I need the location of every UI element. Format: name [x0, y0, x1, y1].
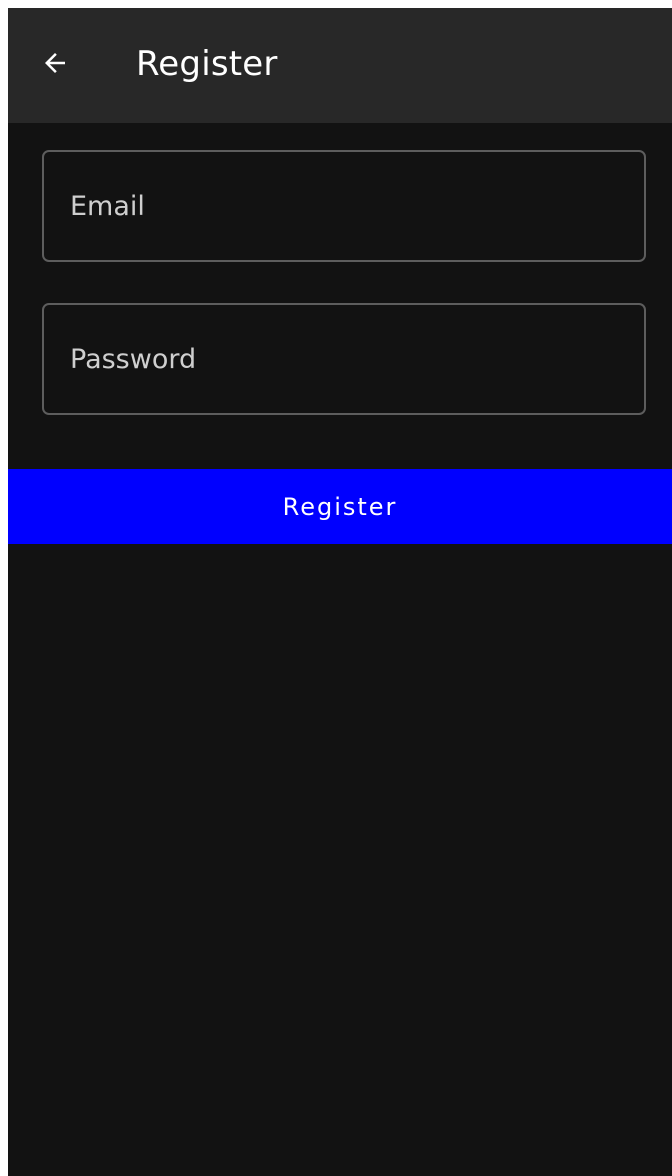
- register-button-label: Register: [282, 492, 398, 521]
- page-title: Register: [136, 44, 278, 84]
- register-button[interactable]: Register: [8, 469, 672, 544]
- arrow-left-icon: [40, 48, 70, 78]
- back-button[interactable]: [30, 38, 80, 88]
- register-screen: Register Register: [8, 8, 672, 1176]
- password-field[interactable]: [42, 303, 646, 415]
- email-input[interactable]: [44, 152, 644, 260]
- app-bar: Register: [8, 8, 672, 123]
- password-input[interactable]: [44, 305, 644, 413]
- email-field[interactable]: [42, 150, 646, 262]
